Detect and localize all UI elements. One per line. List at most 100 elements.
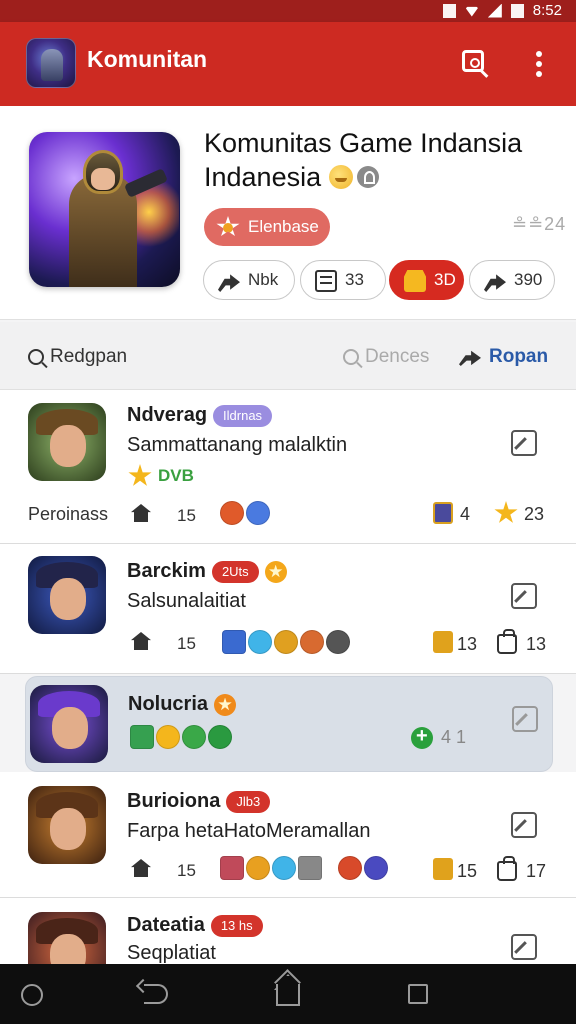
- list-item-selected[interactable]: Nolucria 4 1: [25, 676, 553, 772]
- status-time: 8:52: [532, 2, 562, 19]
- badge-star-icon: [216, 216, 240, 237]
- chest-emoji-icon: [300, 630, 324, 654]
- app-bar: Komunitan: [0, 22, 576, 106]
- home-icon: [131, 859, 151, 877]
- battery-icon: [510, 3, 524, 18]
- edit-button[interactable]: [511, 812, 537, 838]
- edit-button[interactable]: [512, 706, 538, 732]
- forward-chip[interactable]: 390: [469, 260, 555, 300]
- vibrate-icon: [442, 3, 456, 18]
- list-item[interactable]: Dateatia 13 hs Seqplatiat: [0, 898, 576, 990]
- edit-button[interactable]: [511, 583, 537, 609]
- list-item-name: Ndverag Ildrnas: [127, 404, 273, 427]
- home-icon: [131, 504, 151, 522]
- avatar: [28, 786, 106, 864]
- more-dot-icon: [536, 61, 542, 67]
- badge-label: Elenbase: [248, 217, 319, 236]
- game-character-logo-icon[interactable]: [26, 38, 76, 88]
- share-arrow-icon: [218, 274, 240, 292]
- reaction-icons: [130, 725, 232, 749]
- recent-apps-icon[interactable]: [408, 984, 428, 1004]
- search-button[interactable]: [458, 46, 492, 80]
- forward-chip-label: 390: [514, 270, 543, 289]
- share-chip[interactable]: Nbk: [203, 260, 295, 300]
- cube-emoji-icon: [222, 630, 246, 654]
- sun-emoji-icon: [246, 856, 270, 880]
- filter-search-label: Redgpan: [50, 346, 128, 367]
- home-emoji-icon: [130, 725, 154, 749]
- verified-icon: [357, 166, 380, 188]
- star-icon: [494, 501, 518, 523]
- sub-badge-row: DVB: [128, 464, 194, 488]
- member-count: ≗≗24: [512, 214, 567, 234]
- list-item-subtitle: Salsunalaitiat: [127, 590, 246, 612]
- filter-ropan-label: Ropan: [489, 346, 549, 367]
- sub-badge: DVB: [158, 466, 194, 485]
- community-title-line2: Indanesia: [204, 160, 380, 194]
- list-item-subtitle: Farpa hetaHatoMeramallan: [127, 820, 371, 842]
- search-icon: [28, 349, 44, 365]
- edit-button[interactable]: [511, 934, 537, 960]
- trophy-icon: [433, 858, 453, 880]
- meta-label: Peroinass: [28, 504, 109, 524]
- filter-dences-label: Dences: [365, 346, 430, 367]
- leaf-emoji-icon: [182, 725, 206, 749]
- circle-icon[interactable]: [21, 984, 43, 1006]
- edit-button[interactable]: [511, 430, 537, 456]
- shield-emoji-icon: [274, 630, 298, 654]
- home-icon[interactable]: [276, 984, 300, 1006]
- gold-badge-icon: [404, 270, 426, 292]
- smile-emoji-icon: [329, 165, 354, 189]
- share-arrow-icon: [459, 350, 481, 366]
- community-cover-image[interactable]: [29, 132, 180, 287]
- community-title-line1: Komunitas Game Indansia: [204, 128, 523, 158]
- trophy-count: 4: [460, 504, 471, 524]
- fire-emoji-icon: [338, 856, 362, 880]
- add-icon[interactable]: [411, 725, 433, 749]
- gold-chip-label: 3D: [434, 270, 456, 289]
- list-item-name: Dateatia 13 hs: [127, 914, 263, 937]
- filter-dences[interactable]: Dences: [343, 346, 429, 368]
- list-item-name: Burioiona Jlb3: [127, 790, 271, 813]
- bag-icon: [497, 856, 517, 881]
- more-dot-icon: [536, 51, 542, 57]
- more-options-button[interactable]: [528, 48, 550, 80]
- crown-emoji-icon: [220, 856, 244, 880]
- bag-count: 13: [526, 634, 547, 654]
- list-item[interactable]: Barckim 2Uts Salsunalaitiat 15 13 13: [0, 544, 576, 674]
- trophy-count: 13: [457, 634, 478, 654]
- gold-chip[interactable]: 3D: [389, 260, 464, 300]
- avatar: [28, 403, 106, 481]
- reaction-icons: [220, 856, 322, 880]
- trophy-icon: [433, 502, 453, 524]
- avatar: [28, 556, 106, 634]
- community-header: Komunitas Game Indansia Indanesia Elenba…: [0, 106, 576, 320]
- share-chip-label: Nbk: [248, 270, 279, 289]
- star-count: 23: [524, 504, 545, 524]
- list-item[interactable]: Burioiona Jlb3 Farpa hetaHatoMeramallan …: [0, 772, 576, 898]
- home-count: 15: [177, 506, 196, 525]
- coin-emoji-icon: [326, 630, 350, 654]
- fire-emoji-icon: [220, 501, 244, 525]
- avatar: [30, 685, 108, 763]
- status-icons: 8:52: [442, 2, 562, 19]
- search-icon-handle: [479, 69, 489, 78]
- globe-emoji-icon: [246, 501, 270, 525]
- posts-chip[interactable]: 33: [300, 260, 386, 300]
- back-icon[interactable]: [144, 984, 168, 1004]
- list-item[interactable]: Ndverag Ildrnas Sammattanang malalktin D…: [0, 390, 576, 544]
- status-badge: 13 hs: [210, 914, 263, 937]
- community-badge-button[interactable]: Elenbase: [204, 208, 330, 246]
- reaction-icons: [222, 630, 350, 654]
- filter-ropan[interactable]: Ropan: [459, 346, 548, 368]
- star-icon: [128, 464, 152, 486]
- moon-emoji-icon: [364, 856, 388, 880]
- filter-search[interactable]: Redgpan: [28, 346, 127, 368]
- list-item-subtitle: Seqplatiat: [127, 942, 216, 964]
- list-icon: [315, 270, 337, 292]
- search-icon: [343, 349, 359, 365]
- bolt-badge-icon: [214, 693, 237, 716]
- sword-emoji-icon: [298, 856, 322, 880]
- home-icon: [131, 632, 151, 650]
- posts-chip-label: 33: [345, 270, 364, 289]
